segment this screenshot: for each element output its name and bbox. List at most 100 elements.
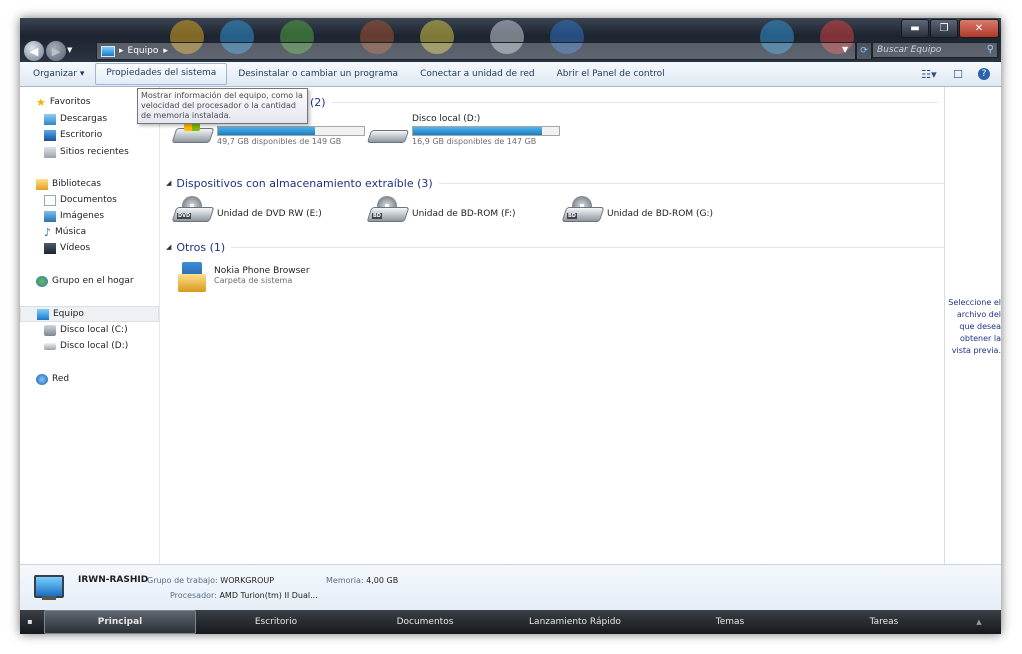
- group-header-removable[interactable]: ◢ Dispositivos con almacenamiento extraí…: [166, 176, 944, 190]
- computer-icon: [101, 45, 115, 57]
- tray-arrow-icon[interactable]: ▲: [964, 611, 994, 633]
- sidebar-item-bibliotecas[interactable]: Bibliotecas: [20, 176, 159, 192]
- system-folder-icon: [178, 262, 206, 296]
- sidebar-item-documentos[interactable]: Documentos: [20, 192, 159, 208]
- sidebar-item-label: Imágenes: [60, 211, 105, 221]
- documents-icon: [44, 194, 56, 206]
- window-controls: ▬ ❐ ✕: [900, 19, 999, 38]
- start-menu-icon[interactable]: ▪: [20, 611, 40, 633]
- taskbar-item-tareas[interactable]: Tareas: [804, 611, 964, 633]
- sidebar-item-imagenes[interactable]: Imágenes: [20, 208, 159, 224]
- address-bar[interactable]: ▸ Equipo ▸: [96, 42, 856, 60]
- taskbar: ▪ Principal Escritorio Documentos Lanzam…: [20, 610, 1001, 634]
- drive-d-usage-fill: [413, 127, 543, 135]
- drive-d-free-space: 16,9 GB disponibles de 147 GB: [412, 137, 537, 146]
- taskbar-item-lanzamiento-rapido[interactable]: Lanzamiento Rápido: [494, 611, 656, 633]
- bd-badge: BD: [372, 213, 382, 219]
- homegroup-icon: [36, 275, 48, 287]
- sidebar-item-label: Bibliotecas: [52, 179, 102, 189]
- system-properties-button[interactable]: Propiedades del sistema: [95, 63, 228, 85]
- sidebar-item-grupo-hogar[interactable]: Grupo en el hogar: [20, 273, 159, 289]
- close-button[interactable]: ✕: [959, 19, 999, 38]
- group-header-label: Dispositivos con almacenamiento extraíbl…: [176, 176, 433, 190]
- search-icon[interactable]: ⚲: [987, 44, 994, 55]
- search-input[interactable]: Buscar Equipo ⚲: [872, 42, 998, 58]
- memory-info: Memoria: 4,00 GB: [326, 576, 398, 585]
- breadcrumb-separator-icon: ▸: [119, 46, 124, 56]
- drive-c-usage-fill: [218, 127, 316, 135]
- sidebar-item-escritorio[interactable]: Escritorio: [20, 127, 159, 143]
- change-view-icon[interactable]: ☷▾: [917, 67, 941, 81]
- navigation-pane: ★ Favoritos Descargas Escritorio Sitios …: [20, 87, 160, 564]
- taskbar-item-principal[interactable]: Principal: [44, 610, 196, 634]
- desktop-icon: [44, 129, 56, 141]
- view-controls: ☷▾ ☐ ?: [917, 62, 1001, 86]
- taskbar-item-escritorio[interactable]: Escritorio: [196, 611, 356, 633]
- title-bar: ▬ ❐ ✕ ◀ ▶ ▼ ▸ Equipo ▸ ▼ ⟳ Buscar Equipo…: [20, 18, 1001, 62]
- sidebar-item-red[interactable]: Red: [20, 371, 159, 387]
- help-icon[interactable]: ?: [975, 67, 993, 81]
- uninstall-program-button[interactable]: Desinstalar o cambiar un programa: [227, 64, 409, 84]
- sidebar-item-equipo[interactable]: Equipo: [20, 306, 159, 322]
- sidebar-item-label: Equipo: [53, 309, 84, 319]
- organize-menu[interactable]: Organizar ▾: [20, 64, 95, 84]
- workgroup-label: Grupo de trabajo:: [147, 576, 218, 585]
- computer-name: IRWN-RASHID: [78, 575, 149, 585]
- maximize-button[interactable]: ❐: [930, 19, 958, 38]
- drive-e-label: Unidad de DVD RW (E:): [217, 209, 322, 219]
- drive-f-item[interactable]: BD Unidad de BD-ROM (F:): [366, 196, 516, 222]
- sidebar-item-videos[interactable]: Vídeos: [20, 240, 159, 256]
- breadcrumb-equipo[interactable]: Equipo: [128, 46, 159, 56]
- group-header-hard-disks[interactable]: (2): [310, 95, 938, 109]
- history-chevron-icon[interactable]: ▼: [67, 46, 72, 54]
- group-header-label: (2): [310, 95, 326, 109]
- address-dropdown-icon[interactable]: ▼: [842, 42, 848, 58]
- sidebar-item-disco-d[interactable]: Disco local (D:): [20, 338, 159, 354]
- dvd-badge: DVD: [177, 213, 192, 219]
- nokia-phone-browser-item[interactable]: Nokia Phone Browser Carpeta de sistema: [178, 262, 310, 296]
- drive-f-label: Unidad de BD-ROM (F:): [412, 209, 516, 219]
- local-disk-icon: [44, 324, 56, 336]
- sidebar-item-label: Sitios recientes: [60, 147, 129, 157]
- sidebar-item-sitios-recientes[interactable]: Sitios recientes: [20, 144, 159, 160]
- preview-pane-icon[interactable]: ☐: [949, 67, 967, 81]
- taskbar-item-temas[interactable]: Temas: [656, 611, 804, 633]
- sidebar-item-label: Documentos: [60, 195, 117, 205]
- music-icon: ♪: [44, 225, 52, 239]
- memory-label: Memoria:: [326, 576, 364, 585]
- chevron-down-icon: ▾: [79, 69, 85, 79]
- sidebar-item-label: Descargas: [60, 114, 108, 124]
- group-header-others[interactable]: ◢ Otros (1): [166, 240, 944, 254]
- sidebar-item-label: Grupo en el hogar: [52, 276, 134, 286]
- drive-d-usage-bar: [412, 126, 560, 136]
- group-header-label: Otros (1): [176, 240, 226, 254]
- details-pane: IRWN-RASHID Grupo de trabajo: WORKGROUP …: [20, 564, 1001, 610]
- dvd-drive-icon: DVD: [171, 196, 215, 222]
- forward-button[interactable]: ▶: [45, 40, 67, 62]
- back-button[interactable]: ◀: [23, 40, 45, 62]
- refresh-button[interactable]: ⟳: [856, 42, 872, 60]
- drive-c-usage-bar: [217, 126, 365, 136]
- taskbar-item-documentos[interactable]: Documentos: [356, 611, 494, 633]
- sidebar-item-disco-c[interactable]: Disco local (C:): [20, 322, 159, 338]
- system-properties-tooltip: Mostrar información del equipo, como la …: [137, 88, 308, 124]
- recent-places-icon: [44, 146, 56, 158]
- breadcrumb-chevron-icon[interactable]: ▸: [163, 46, 168, 56]
- computer-icon: [32, 575, 64, 601]
- sidebar-item-label: Disco local (D:): [60, 341, 129, 351]
- drive-e-item[interactable]: DVD Unidad de DVD RW (E:): [171, 196, 322, 222]
- map-network-drive-button[interactable]: Conectar a unidad de red: [409, 64, 546, 84]
- star-icon: ★: [36, 95, 46, 109]
- sidebar-item-musica[interactable]: ♪ Música: [20, 224, 159, 240]
- open-control-panel-button[interactable]: Abrir el Panel de control: [546, 64, 676, 84]
- sidebar-item-label: Escritorio: [60, 130, 103, 140]
- drive-g-item[interactable]: BD Unidad de BD-ROM (G:): [561, 196, 713, 222]
- preview-pane: Seleccione el archivo del que desea obte…: [944, 87, 1001, 564]
- organize-label: Organizar: [33, 69, 77, 79]
- pictures-icon: [44, 210, 56, 222]
- minimize-button[interactable]: ▬: [901, 19, 929, 38]
- drive-d-item[interactable]: Disco local (D:) 16,9 GB disponibles de …: [366, 114, 560, 146]
- workgroup-value: WORKGROUP: [220, 576, 275, 585]
- downloads-folder-icon: [44, 113, 56, 125]
- computer-icon: [37, 308, 49, 320]
